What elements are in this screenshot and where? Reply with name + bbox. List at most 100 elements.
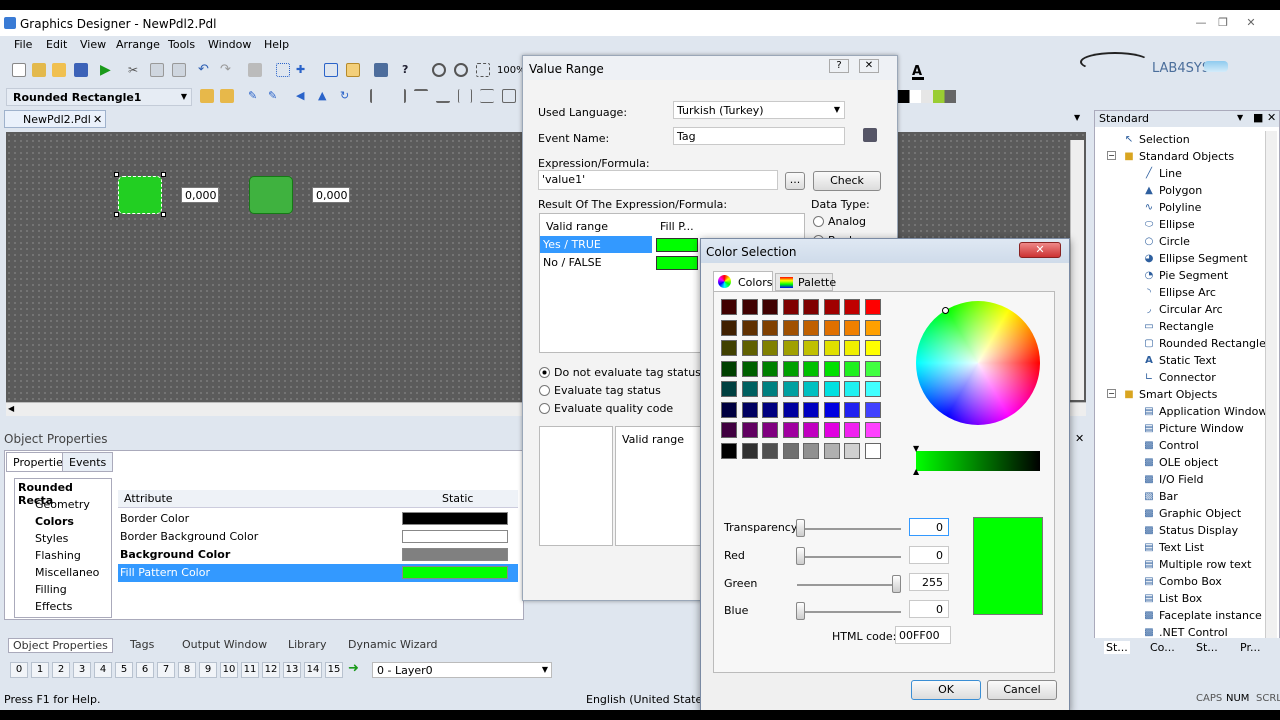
layer-button-5[interactable]: 5 xyxy=(115,662,133,678)
color-swatch[interactable] xyxy=(782,340,799,356)
group-icon[interactable] xyxy=(200,89,214,103)
save-icon[interactable] xyxy=(74,63,88,77)
color-swatch[interactable] xyxy=(782,401,799,418)
color-swatch[interactable] xyxy=(823,401,840,418)
color-swatch[interactable] xyxy=(762,422,778,438)
color-swatch[interactable] xyxy=(762,340,778,356)
align-left-icon[interactable] xyxy=(370,89,384,103)
selection-handle[interactable] xyxy=(114,212,119,217)
grid-icon[interactable] xyxy=(276,63,290,77)
io-field-2[interactable]: 0,000 xyxy=(312,187,350,203)
tool-rectangle[interactable]: ▭ Rectangle xyxy=(1144,320,1214,333)
tree-effects[interactable]: Effects xyxy=(35,600,72,613)
color-swatch[interactable] xyxy=(844,319,860,336)
properties-icon[interactable]: ✎ xyxy=(248,89,262,103)
color-swatch[interactable] xyxy=(823,340,840,356)
chevron-down-icon[interactable]: ▼ xyxy=(834,105,840,114)
layer-button-13[interactable]: 13 xyxy=(283,662,301,678)
menu-help[interactable]: Help xyxy=(264,38,289,51)
color-swatch[interactable] xyxy=(721,299,737,315)
color-swatch[interactable] xyxy=(864,401,881,418)
tool-ole-object[interactable]: ▩ OLE object xyxy=(1144,456,1218,469)
color-swatch[interactable] xyxy=(741,422,758,438)
expression-field[interactable]: 'value1' xyxy=(538,170,778,190)
color-swatch[interactable] xyxy=(844,299,860,315)
color-swatch[interactable] xyxy=(864,340,881,356)
center-vertical-icon[interactable] xyxy=(480,89,494,103)
tab-library[interactable]: Library xyxy=(288,638,326,651)
zoom-area-icon[interactable] xyxy=(476,63,490,77)
color-swatch[interactable] xyxy=(782,360,799,377)
scroll-left-icon[interactable]: ◀ xyxy=(8,404,14,413)
layout-icon[interactable] xyxy=(324,63,338,77)
color-swatch[interactable] xyxy=(823,381,840,397)
color-swatch[interactable] xyxy=(803,340,819,356)
chevron-down-icon[interactable]: ▼ xyxy=(1237,113,1243,122)
color-swatch[interactable] xyxy=(782,319,799,336)
text-color-icon[interactable]: A xyxy=(912,64,924,80)
undo-icon[interactable]: ↶ xyxy=(198,63,212,77)
browse-button[interactable]: ... xyxy=(785,172,805,190)
selection-handle[interactable] xyxy=(161,212,166,217)
color-swatch[interactable] xyxy=(844,360,860,377)
same-size-icon[interactable] xyxy=(502,89,516,103)
menu-view[interactable]: View xyxy=(80,38,106,51)
color-palette-strip[interactable] xyxy=(898,90,956,103)
restore-icon[interactable]: ❐ xyxy=(1212,16,1234,30)
collapse-icon[interactable]: − xyxy=(1107,151,1116,160)
tool-circle[interactable]: ○ Circle xyxy=(1145,235,1190,248)
color-swatch[interactable] xyxy=(721,442,737,459)
color-swatch[interactable] xyxy=(844,401,860,418)
color-swatch[interactable] xyxy=(844,381,860,397)
color-swatch[interactable] xyxy=(803,319,819,336)
color-swatch[interactable] xyxy=(762,401,778,418)
align-right-icon[interactable] xyxy=(392,89,406,103)
ungroup-icon[interactable] xyxy=(220,89,234,103)
color-swatch[interactable] xyxy=(741,442,758,459)
color-swatch[interactable] xyxy=(762,299,778,315)
tree-flashing[interactable]: Flashing xyxy=(35,549,81,562)
color-swatch[interactable] xyxy=(864,360,881,377)
close-icon[interactable]: ✕ xyxy=(1240,16,1262,30)
green-track[interactable] xyxy=(797,584,901,586)
color-swatch[interactable] xyxy=(844,442,860,459)
zoom-in-icon[interactable] xyxy=(432,63,446,77)
copy-icon[interactable] xyxy=(150,63,164,77)
align-top-icon[interactable] xyxy=(414,89,428,103)
color-swatch[interactable] xyxy=(823,422,840,438)
color-swatch[interactable] xyxy=(803,381,819,397)
green-value[interactable]: 255 xyxy=(909,573,949,591)
used-language-select[interactable]: Turkish (Turkey) ▼ xyxy=(673,101,845,119)
ok-button[interactable]: OK xyxy=(911,680,981,700)
close-icon[interactable]: ✕ xyxy=(1019,242,1061,258)
tab-project[interactable]: Pr... xyxy=(1240,641,1260,654)
eval-radio-1[interactable] xyxy=(539,367,550,378)
color-swatch[interactable] xyxy=(844,422,860,438)
color-swatch[interactable] xyxy=(823,319,840,336)
tool-polygon[interactable]: ▲ Polygon xyxy=(1145,184,1202,197)
color-swatch[interactable] xyxy=(803,401,819,418)
panel-scrollbar[interactable] xyxy=(1265,131,1277,641)
tree-colors[interactable]: Colors xyxy=(35,515,74,528)
blue-value[interactable]: 0 xyxy=(909,600,949,618)
chevron-down-icon[interactable]: ▼ xyxy=(181,92,187,101)
open-icon[interactable] xyxy=(32,63,46,77)
window-icon[interactable] xyxy=(346,63,360,77)
color-swatch[interactable] xyxy=(721,422,737,438)
selection-handle[interactable] xyxy=(114,172,119,177)
color-swatch[interactable] xyxy=(803,442,819,459)
center-horizontal-icon[interactable] xyxy=(458,89,472,103)
color-swatch[interactable] xyxy=(762,381,778,397)
tab-styles[interactable]: St... xyxy=(1196,641,1218,654)
new-icon[interactable] xyxy=(12,63,26,77)
tab-object-properties[interactable]: Object Properties xyxy=(8,638,113,653)
layer-button-4[interactable]: 4 xyxy=(94,662,112,678)
snap-icon[interactable]: ✚ xyxy=(296,63,310,77)
check-button[interactable]: Check xyxy=(813,171,881,191)
brightness-marker-icon[interactable]: ▼ xyxy=(913,444,919,453)
chevron-down-icon[interactable]: ▼ xyxy=(542,665,548,674)
collapse-icon[interactable]: − xyxy=(1107,389,1116,398)
flip-horizontal-icon[interactable]: ◀ xyxy=(296,89,310,103)
brightness-marker-icon[interactable]: ▲ xyxy=(913,467,919,476)
brightness-bar[interactable] xyxy=(916,451,1040,471)
